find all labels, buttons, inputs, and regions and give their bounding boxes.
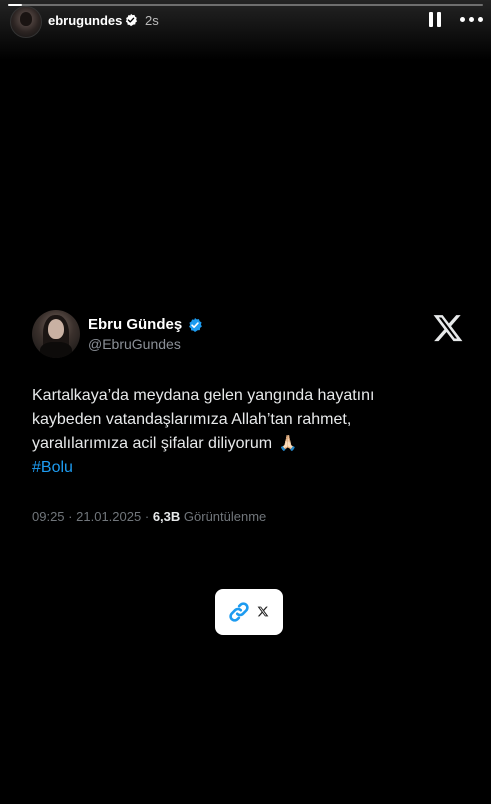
tweet-views-label: Görüntülenme	[183, 509, 267, 524]
verified-badge-icon	[125, 13, 138, 27]
tweet-text-line-content: yaralılarımıza acil şifalar diliyorum	[32, 435, 273, 452]
pause-button[interactable]	[427, 11, 443, 29]
link-icon	[229, 602, 249, 622]
hashtag-link[interactable]: #Bolu	[32, 456, 452, 480]
tweet-display-name: Ebru Gündeş	[88, 316, 183, 333]
tweet-author-avatar	[32, 310, 80, 358]
tweet-meta: 09:25 · 21.01.2025 · 6,3B Görüntülenme	[32, 509, 266, 524]
x-logo-icon	[433, 315, 463, 342]
story-header: ebrugundes 2s	[0, 0, 491, 60]
more-options-dot	[469, 17, 474, 22]
story-timestamp: 2s	[145, 13, 159, 28]
praying-hands-emoji: 🙏🏻	[278, 435, 298, 452]
tweet-handle: @EbruGundes	[88, 336, 181, 352]
verified-badge-icon	[189, 318, 202, 332]
tweet-text-line: yaralılarımıza acil şifalar diliyorum 🙏🏻	[32, 432, 452, 456]
pause-icon	[429, 12, 433, 27]
meta-separator: ·	[68, 509, 73, 524]
link-sticker[interactable]	[215, 589, 283, 635]
tweet-text: Kartalkaya’da meydana gelen yangında hay…	[32, 384, 452, 480]
profile-avatar-icon[interactable]	[10, 6, 42, 38]
more-options-icon	[460, 17, 465, 22]
story-progress-fill	[8, 4, 23, 6]
more-options-button[interactable]	[458, 11, 484, 29]
tweet-time: 09:25	[32, 509, 65, 524]
tweet-date: 21.01.2025	[76, 509, 142, 524]
tweet-text-line: Kartalkaya’da meydana gelen yangında hay…	[32, 387, 375, 404]
story-username[interactable]: ebrugundes	[48, 13, 122, 28]
avatar-silhouette	[20, 12, 32, 26]
avatar-body	[40, 342, 72, 358]
story-progress-bar	[8, 4, 483, 6]
pause-icon-bar	[437, 12, 441, 27]
more-options-dot	[478, 17, 483, 22]
meta-separator: ·	[144, 509, 150, 524]
avatar-face	[48, 319, 64, 339]
tweet-text-line: kaybeden vatandaşlarımıza Allah’tan rahm…	[32, 411, 352, 428]
tweet-views-count: 6,3B	[152, 509, 181, 524]
x-logo-icon	[257, 606, 269, 617]
